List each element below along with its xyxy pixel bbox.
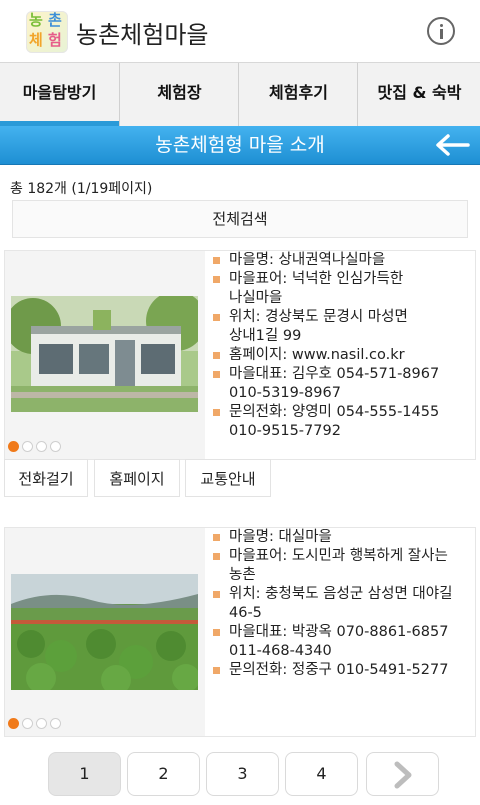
app-logo: 농 촌 체 험 (26, 11, 68, 53)
tab-food-lodging[interactable]: 맛집 & 숙박 (357, 63, 480, 126)
page-button-3[interactable]: 3 (206, 752, 279, 796)
slide-dot[interactable] (22, 441, 33, 452)
slide-dot-active[interactable] (8, 441, 19, 452)
logo-char: 농 (29, 11, 43, 29)
slide-dot[interactable] (22, 718, 33, 729)
info-row-location: 위치: 충청북도 음성군 삼성면 대야길 46-5 (211, 585, 471, 623)
tab-bar: 마을탐방기 체험장 체험후기 맛집 & 숙박 (0, 62, 480, 126)
village-photo-area[interactable] (5, 528, 205, 736)
slide-dot[interactable] (36, 718, 47, 729)
chevron-right-icon (394, 761, 411, 789)
back-arrow-icon[interactable] (434, 133, 470, 157)
photo-slide-dots[interactable] (8, 714, 64, 733)
tab-experience-site[interactable]: 체험장 (119, 63, 239, 126)
result-count: 총 182개 (1/19페이지) (10, 181, 153, 197)
info-row-location: 위치: 경상북도 문경시 마성면 상내1길 99 (211, 308, 471, 346)
search-all-button[interactable]: 전체검색 (12, 200, 468, 238)
tab-label: 마을탐방기 (22, 83, 97, 102)
pagination: 1 2 3 4 (0, 748, 480, 800)
directions-button[interactable]: 교통안내 (185, 459, 271, 497)
info-row-name: 마을명: 상내권역나실마을 (211, 251, 471, 270)
village-card[interactable]: 마을명: 상내권역나실마을 마을표어: 넉넉한 인심가득한 나실마을 위치: 경상… (4, 250, 476, 460)
village-info: 마을명: 대실마을 마을표어: 도시민과 행복하게 잘사는 농촌 위치: 충청북도… (211, 528, 471, 680)
logo-char: 촌 (48, 11, 62, 29)
section-title: 농촌체험형 마을 소개 (155, 134, 325, 156)
logo-char: 험 (48, 31, 62, 49)
tab-village-tour[interactable]: 마을탐방기 (0, 63, 119, 126)
info-row-motto: 마을표어: 넉넉한 인심가득한 나실마을 (211, 270, 471, 308)
page-button-1[interactable]: 1 (48, 752, 121, 796)
tab-label: 맛집 & 숙박 (377, 83, 462, 102)
village-photo (11, 574, 198, 690)
next-page-button[interactable] (366, 752, 439, 796)
page-button-2[interactable]: 2 (127, 752, 200, 796)
info-row-contact: 문의전화: 정중구 010-5491-5277 (211, 661, 471, 680)
tab-reviews[interactable]: 체험후기 (238, 63, 358, 126)
info-row-name: 마을명: 대실마을 (211, 528, 471, 547)
slide-dot[interactable] (50, 718, 61, 729)
tab-label: 체험후기 (269, 83, 328, 102)
info-row-contact: 문의전화: 양영미 054-555-1455 010-9515-7792 (211, 403, 471, 441)
app-title: 농촌체험마을 (76, 21, 209, 49)
section-header: 농촌체험형 마을 소개 (0, 126, 480, 165)
homepage-button[interactable]: 홈페이지 (94, 459, 180, 497)
info-row-representative: 마을대표: 김우호 054-571-8967 010-5319-8967 (211, 365, 471, 403)
village-photo-area[interactable] (5, 251, 205, 459)
info-row-homepage[interactable]: 홈페이지: www.nasil.co.kr (211, 346, 471, 365)
tab-label: 체험장 (157, 83, 202, 102)
page-button-4[interactable]: 4 (285, 752, 358, 796)
slide-dot[interactable] (36, 441, 47, 452)
info-icon[interactable] (427, 17, 455, 45)
slide-dot-active[interactable] (8, 718, 19, 729)
slide-dot[interactable] (50, 441, 61, 452)
village-card[interactable]: 마을명: 대실마을 마을표어: 도시민과 행복하게 잘사는 농촌 위치: 충청북도… (4, 527, 476, 737)
app-bar: 농 촌 체 험 농촌체험마을 (0, 0, 480, 62)
info-row-representative: 마을대표: 박광옥 070-8861-6857 011-468-4340 (211, 623, 471, 661)
info-row-motto: 마을표어: 도시민과 행복하게 잘사는 농촌 (211, 547, 471, 585)
village-info: 마을명: 상내권역나실마을 마을표어: 넉넉한 인심가득한 나실마을 위치: 경상… (211, 251, 471, 441)
call-button[interactable]: 전화걸기 (4, 459, 88, 497)
logo-char: 체 (29, 31, 43, 49)
village-photo (11, 296, 198, 412)
photo-slide-dots[interactable] (8, 437, 64, 456)
